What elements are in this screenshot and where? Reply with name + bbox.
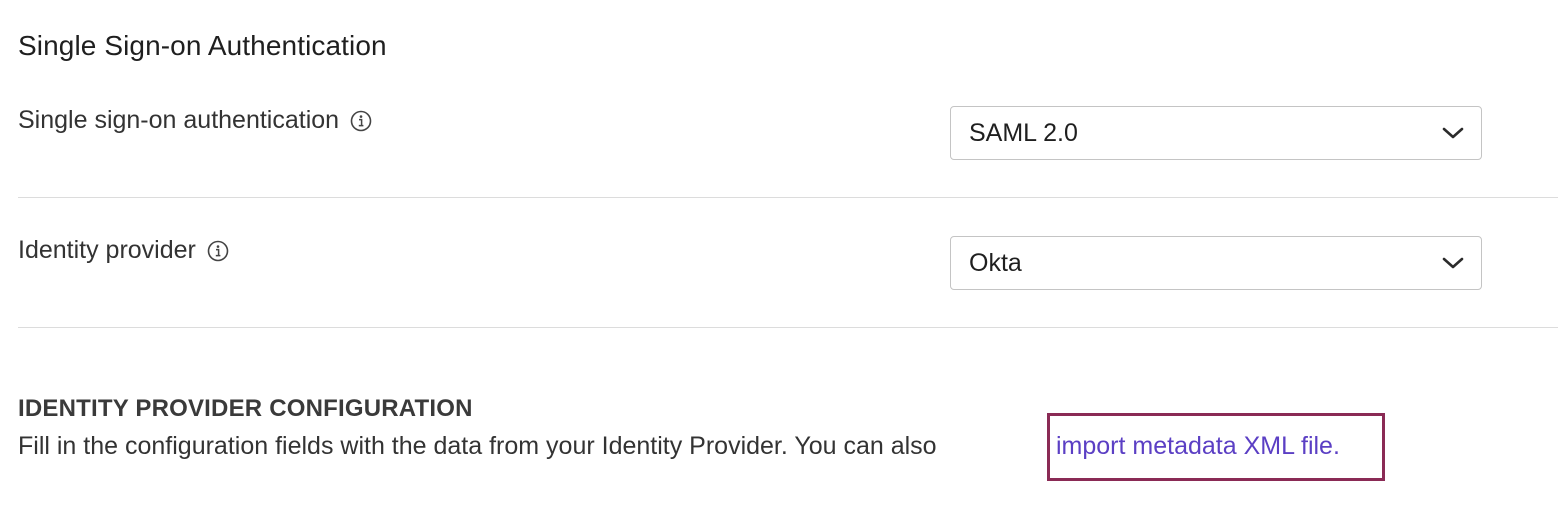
idp-select[interactable]: Okta <box>950 236 1482 290</box>
section-title: Single Sign-on Authentication <box>18 30 387 61</box>
config-description: Fill in the configuration fields with th… <box>18 432 937 460</box>
config-heading: IDENTITY PROVIDER CONFIGURATION <box>18 395 473 422</box>
idp-label: Identity provider <box>18 236 196 264</box>
sso-label-group: Single sign-on authentication <box>18 106 372 135</box>
divider <box>18 197 1558 198</box>
divider <box>18 327 1558 328</box>
sso-select[interactable]: SAML 2.0 <box>950 106 1482 160</box>
info-icon[interactable] <box>350 110 372 132</box>
sso-select-value: SAML 2.0 <box>969 118 1078 147</box>
sso-label: Single sign-on authentication <box>18 106 340 134</box>
import-metadata-link[interactable]: import metadata XML file. <box>1056 432 1340 461</box>
info-icon[interactable] <box>207 240 229 262</box>
idp-label-group: Identity provider <box>18 236 229 265</box>
chevron-down-icon <box>1442 257 1464 269</box>
chevron-down-icon <box>1442 127 1464 139</box>
idp-select-value: Okta <box>969 248 1022 277</box>
